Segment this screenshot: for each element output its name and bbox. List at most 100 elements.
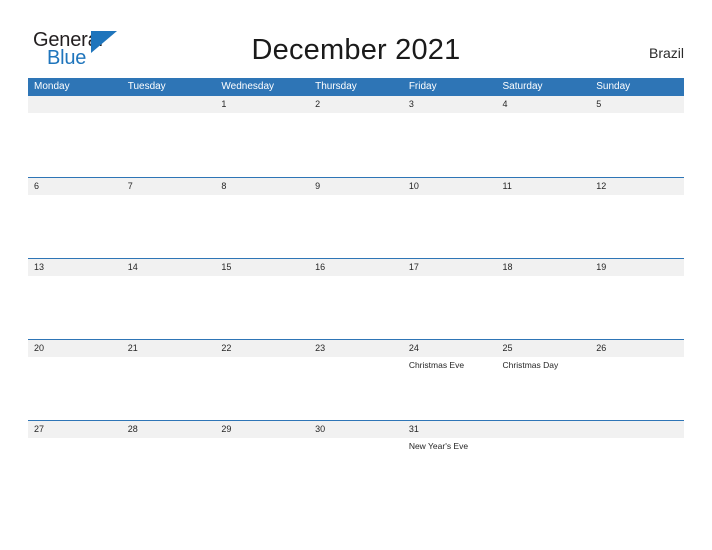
day-cell[interactable]: Christmas Day [497,357,591,420]
day-cell[interactable] [28,113,122,176]
day-number[interactable]: 29 [215,421,309,438]
day-cell[interactable] [497,276,591,339]
day-number[interactable]: 1 [215,96,309,113]
page-header: General Blue December 2021 Brazil [0,0,712,78]
day-number[interactable]: 17 [403,259,497,276]
country-label: Brazil [648,45,684,61]
day-number[interactable] [497,421,591,438]
week-date-band: 6 7 8 9 10 11 12 [28,178,684,195]
day-cell[interactable] [122,276,216,339]
week-events-band: Christmas Eve Christmas Day [28,357,684,420]
day-cell[interactable] [28,438,122,501]
day-number[interactable]: 21 [122,340,216,357]
day-cell[interactable] [122,438,216,501]
week-date-band: 1 2 3 4 5 [28,96,684,113]
day-cell[interactable] [309,357,403,420]
day-number[interactable]: 5 [590,96,684,113]
day-cell[interactable] [28,195,122,258]
event-label: New Year's Eve [408,441,469,451]
calendar-week-row: 27 28 29 30 31 New Year's Eve [28,420,684,501]
day-cell[interactable] [215,276,309,339]
weekday-header-row: Monday Tuesday Wednesday Thursday Friday… [28,78,684,96]
week-date-band: 13 14 15 16 17 18 19 [28,259,684,276]
day-cell[interactable] [215,195,309,258]
day-cell[interactable] [497,438,591,501]
day-number[interactable]: 28 [122,421,216,438]
weekday-header-thursday: Thursday [315,81,357,92]
day-cell[interactable] [590,113,684,176]
day-number[interactable]: 24 [403,340,497,357]
weekday-header-sunday: Sunday [596,81,631,92]
calendar-week-row: 13 14 15 16 17 18 19 [28,258,684,339]
day-cell[interactable] [215,113,309,176]
calendar-page: General Blue December 2021 Brazil Monday… [0,0,712,550]
day-number[interactable]: 26 [590,340,684,357]
day-number[interactable]: 2 [309,96,403,113]
day-number[interactable]: 23 [309,340,403,357]
day-number[interactable] [122,96,216,113]
weekday-header-tuesday: Tuesday [127,81,166,92]
page-title: December 2021 [251,34,461,66]
day-number[interactable] [590,421,684,438]
week-events-band [28,276,684,339]
day-number[interactable]: 7 [122,178,216,195]
day-cell[interactable] [28,276,122,339]
day-cell[interactable] [122,195,216,258]
event-label: Christmas Eve [408,360,465,370]
day-number[interactable]: 8 [215,178,309,195]
day-number[interactable]: 20 [28,340,122,357]
day-number[interactable]: 19 [590,259,684,276]
day-number[interactable]: 6 [28,178,122,195]
day-cell[interactable] [590,195,684,258]
day-cell[interactable] [403,195,497,258]
day-number[interactable]: 9 [309,178,403,195]
day-cell[interactable] [590,438,684,501]
weekday-header-saturday: Saturday [502,81,543,92]
week-events-band: New Year's Eve [28,438,684,501]
day-number[interactable]: 4 [497,96,591,113]
day-number[interactable]: 15 [215,259,309,276]
calendar-week-row: 6 7 8 9 10 11 12 [28,177,684,258]
day-number[interactable]: 11 [497,178,591,195]
day-cell[interactable] [215,438,309,501]
day-cell[interactable] [309,113,403,176]
day-cell[interactable]: Christmas Eve [403,357,497,420]
day-number[interactable]: 30 [309,421,403,438]
day-number[interactable]: 18 [497,259,591,276]
weekday-header-friday: Friday [408,81,437,92]
day-number[interactable]: 22 [215,340,309,357]
day-number[interactable]: 25 [497,340,591,357]
day-cell[interactable] [309,438,403,501]
day-cell[interactable] [122,357,216,420]
day-cell[interactable] [403,113,497,176]
day-cell[interactable] [28,357,122,420]
day-number[interactable]: 12 [590,178,684,195]
day-cell[interactable] [403,276,497,339]
day-cell[interactable] [590,276,684,339]
week-date-band: 27 28 29 30 31 [28,421,684,438]
calendar-grid: Monday Tuesday Wednesday Thursday Friday… [28,78,684,501]
week-events-band [28,113,684,176]
day-cell[interactable] [309,276,403,339]
day-number[interactable]: 27 [28,421,122,438]
calendar-week-row: 20 21 22 23 24 25 26 Christmas Eve Chris… [28,339,684,420]
day-cell[interactable]: New Year's Eve [403,438,497,501]
day-number[interactable]: 13 [28,259,122,276]
day-number[interactable]: 31 [403,421,497,438]
day-cell[interactable] [309,195,403,258]
weekday-header-monday: Monday [34,81,70,92]
day-number[interactable]: 16 [309,259,403,276]
calendar-week-row: 1 2 3 4 5 [28,96,684,177]
day-number[interactable]: 14 [122,259,216,276]
day-cell[interactable] [497,195,591,258]
day-cell[interactable] [497,113,591,176]
day-number[interactable]: 10 [403,178,497,195]
weekday-header-wednesday: Wednesday [221,81,275,92]
day-cell[interactable] [122,113,216,176]
day-number[interactable] [28,96,122,113]
day-cell[interactable] [590,357,684,420]
week-date-band: 20 21 22 23 24 25 26 [28,340,684,357]
day-number[interactable]: 3 [403,96,497,113]
day-cell[interactable] [215,357,309,420]
event-label: Christmas Day [502,360,559,370]
